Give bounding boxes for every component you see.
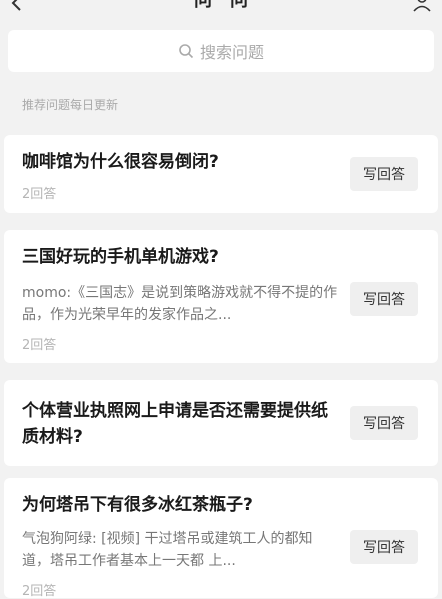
write-answer-button[interactable]: 写回答 — [350, 530, 418, 564]
question-card[interactable]: 个体营业执照网上申请是否还需要提供纸质材料? 写回答 — [4, 380, 438, 466]
user-icon[interactable] — [412, 0, 432, 12]
answer-count: 2回答 — [22, 338, 57, 353]
top-nav-bar: 问一问 — [0, 0, 442, 22]
write-answer-button[interactable]: 写回答 — [350, 282, 418, 316]
question-title[interactable]: 咖啡馆为什么很容易倒闭? — [22, 149, 332, 175]
question-card[interactable]: 为何塔吊下有很多冰红茶瓶子? 气泡狗阿绿: [视频] 干过塔吊或建筑工人的都知道… — [4, 478, 438, 599]
question-title[interactable]: 为何塔吊下有很多冰红茶瓶子? — [22, 492, 332, 518]
search-icon — [179, 44, 194, 59]
write-answer-button[interactable]: 写回答 — [350, 406, 418, 440]
page-title: 问一问 — [194, 0, 248, 11]
answer-excerpt: 气泡狗阿绿: [视频] 干过塔吊或建筑工人的都知道，塔吊工作者基本上一天都 上.… — [22, 531, 313, 569]
write-answer-button[interactable]: 写回答 — [350, 157, 418, 191]
question-title[interactable]: 个体营业执照网上申请是否还需要提供纸质材料? — [22, 398, 332, 450]
answer-count: 2回答 — [22, 187, 57, 202]
search-input[interactable]: 搜索问题 — [8, 30, 434, 72]
question-title[interactable]: 三国好玩的手机单机游戏? — [22, 244, 332, 270]
question-card[interactable]: 咖啡馆为什么很容易倒闭? 2回答 写回答 — [4, 135, 438, 213]
question-card[interactable]: 三国好玩的手机单机游戏? momo:《三国志》是说到策略游戏就不得不提的作品，作… — [4, 230, 438, 363]
search-placeholder: 搜索问题 — [199, 43, 264, 62]
section-label: 推荐问题每日更新 — [22, 98, 119, 112]
answer-excerpt: momo:《三国志》是说到策略游戏就不得不提的作品，作为光荣早年的发家作品之..… — [22, 285, 338, 323]
